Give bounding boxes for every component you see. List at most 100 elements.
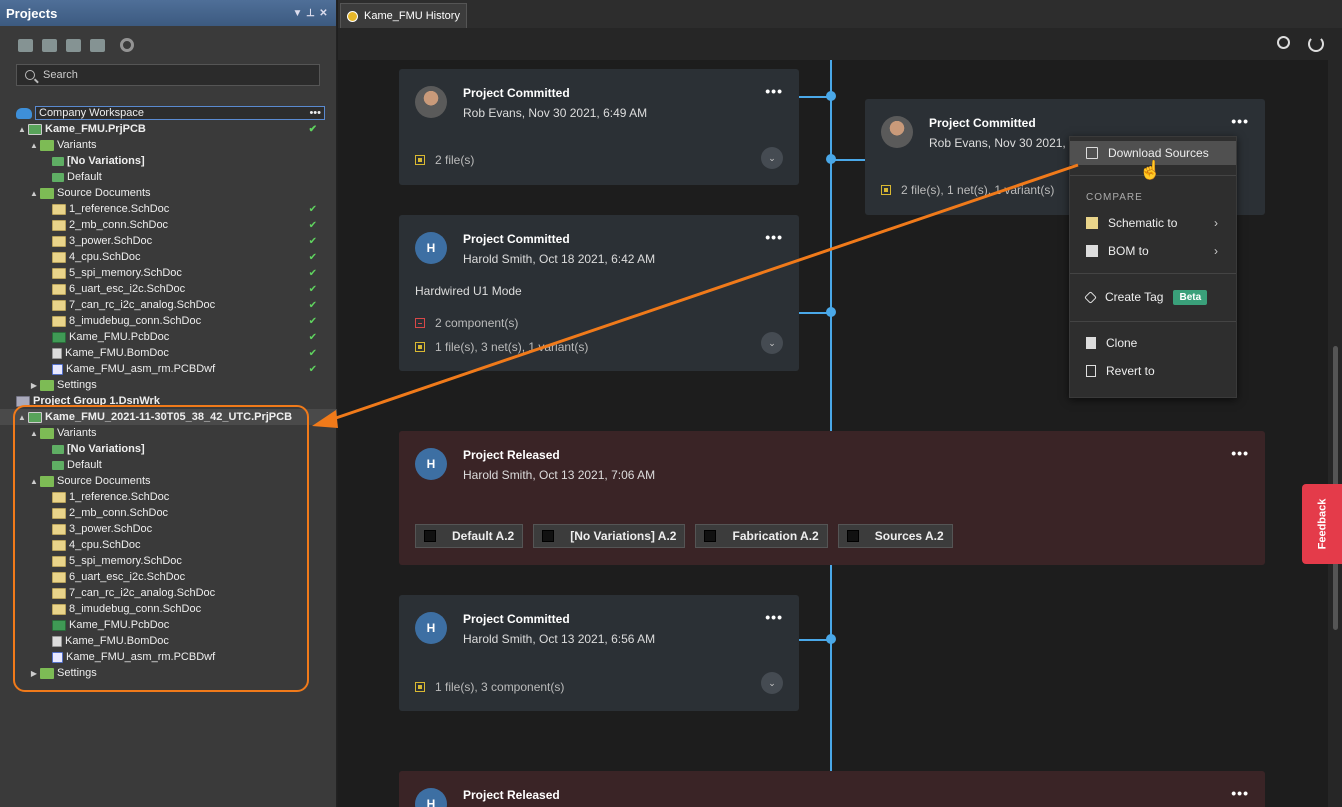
tree-item[interactable]: ▶ Settings	[0, 377, 337, 393]
expand-toggle-icon[interactable]: ▲	[30, 189, 38, 198]
menu-label: Create Tag	[1105, 290, 1164, 304]
save-icon[interactable]	[18, 38, 33, 52]
history-card[interactable]: Project Committed Rob Evans, Nov 30 2021…	[399, 69, 799, 185]
more-icon[interactable]: •••	[1231, 113, 1249, 129]
clone-icon	[1086, 337, 1096, 349]
tree-item[interactable]: 1_reference.SchDoc ✔	[0, 201, 337, 217]
more-icon[interactable]: •••	[765, 609, 783, 625]
more-icon[interactable]: •••	[1231, 785, 1249, 801]
tree-item[interactable]: 3_power.SchDoc ✔	[0, 233, 337, 249]
tree-item[interactable]: Kame_FMU.PcbDoc ✔	[0, 329, 337, 345]
save-all-icon[interactable]	[42, 38, 57, 52]
pin-icon[interactable]: ⊥	[304, 8, 317, 19]
avatar: H	[415, 788, 447, 807]
tree-item-label: 7_can_rc_i2c_analog.SchDoc	[69, 299, 216, 311]
tree-item[interactable]: Kame_FMU.BomDoc ✔	[0, 345, 337, 361]
history-view: Kame_FMU History Project Committed Rob E…	[338, 0, 1342, 807]
release-tag[interactable]: Fabrication A.2	[695, 524, 828, 548]
card-meta: Harold Smith, Oct 18 2021, 6:42 AM	[463, 252, 656, 266]
projects-panel-title: Projects	[6, 5, 58, 21]
bom-to-menu-item[interactable]: BOM to ›	[1070, 239, 1236, 263]
tree-item[interactable]: Default	[0, 169, 337, 185]
tree-item[interactable]: ▲ Source Documents	[0, 185, 337, 201]
external-link-icon	[1086, 147, 1098, 159]
menu-divider	[1070, 321, 1236, 322]
project-options-icon[interactable]	[90, 38, 105, 52]
avatar: H	[415, 448, 447, 480]
schematic-icon	[1086, 217, 1098, 229]
tag-swatch-icon	[424, 530, 436, 542]
revert-to-menu-item[interactable]: Revert to	[1070, 359, 1236, 383]
search-placeholder: Search	[43, 69, 78, 81]
expand-icon[interactable]: ⌄	[761, 672, 783, 694]
expand-icon[interactable]: ⌄	[761, 332, 783, 354]
workspace-label: Company Workspace	[39, 107, 144, 119]
more-icon[interactable]: •••	[765, 83, 783, 99]
tree-item[interactable]: ▲ Kame_FMU.PrjPCB ✔	[0, 121, 337, 137]
files-summary: 2 file(s)	[415, 153, 474, 167]
check-icon: ✔	[308, 299, 317, 311]
tree-item[interactable]: ▲ Variants	[0, 137, 337, 153]
release-tag[interactable]: Default A.2	[415, 524, 524, 548]
expand-toggle-icon[interactable]: ▲	[18, 125, 26, 134]
create-tag-menu-item[interactable]: Create Tag Beta	[1070, 285, 1236, 309]
check-icon: ✔	[308, 219, 317, 231]
timeline-node	[826, 154, 836, 164]
beta-badge: Beta	[1173, 289, 1208, 305]
refresh-icon[interactable]	[1308, 36, 1324, 52]
folder-g-icon	[40, 139, 54, 151]
sch-icon	[52, 235, 66, 247]
chevron-right-icon: ›	[1214, 216, 1218, 230]
release-card[interactable]: H Project Released Harold Smith, Oct 13 …	[399, 431, 1265, 565]
card-title: Project Committed	[463, 86, 570, 100]
release-tag[interactable]: [No Variations] A.2	[533, 524, 686, 548]
release-tag[interactable]: Sources A.2	[837, 524, 953, 548]
history-card[interactable]: H Project Committed Harold Smith, Oct 18…	[399, 215, 799, 371]
feedback-button[interactable]: Feedback	[1302, 484, 1342, 564]
check-icon: ✔	[308, 235, 317, 247]
search-icon[interactable]	[1277, 36, 1290, 49]
tree-item[interactable]: 7_can_rc_i2c_analog.SchDoc ✔	[0, 297, 337, 313]
projects-panel: Projects ▼ ⊥ ✕ Search Company Workspace •…	[0, 0, 337, 807]
components-label: 2 component(s)	[435, 316, 519, 330]
dwf-icon	[52, 363, 63, 375]
tag-swatch-icon	[542, 530, 555, 542]
history-card[interactable]: H Project Committed Harold Smith, Oct 13…	[399, 595, 799, 711]
clone-menu-item[interactable]: Clone	[1070, 331, 1236, 355]
feedback-label: Feedback	[1316, 498, 1328, 550]
document-tabs: Kame_FMU History	[338, 0, 1342, 28]
open-folder-icon[interactable]	[66, 38, 81, 52]
timeline-node	[826, 634, 836, 644]
card-title: Project Released	[463, 788, 560, 802]
more-icon[interactable]: •••	[1231, 445, 1249, 461]
more-icon[interactable]: •••	[309, 107, 321, 119]
gear-icon[interactable]	[120, 38, 134, 52]
tab-history[interactable]: Kame_FMU History	[340, 3, 467, 28]
history-panel: Project Committed Rob Evans, Nov 30 2021…	[338, 28, 1342, 807]
sch-icon	[52, 251, 66, 263]
tree-item-label: 2_mb_conn.SchDoc	[69, 219, 169, 231]
search-input[interactable]: Search	[16, 64, 320, 86]
expand-icon[interactable]: ⌄	[761, 147, 783, 169]
expand-toggle-icon[interactable]: ▶	[30, 381, 38, 390]
close-icon[interactable]: ✕	[317, 8, 330, 19]
tree-item[interactable]: 8_imudebug_conn.SchDoc ✔	[0, 313, 337, 329]
release-card[interactable]: H Project Released •••	[399, 771, 1265, 807]
more-icon[interactable]: •••	[765, 229, 783, 245]
schematic-to-menu-item[interactable]: Schematic to ›	[1070, 211, 1236, 235]
avatar	[415, 86, 447, 118]
panel-menu-icon[interactable]: ▼	[291, 8, 304, 19]
tree-item[interactable]: 6_uart_esc_i2c.SchDoc ✔	[0, 281, 337, 297]
tree-item[interactable]: 2_mb_conn.SchDoc ✔	[0, 217, 337, 233]
files-label: 2 file(s), 1 net(s), 1 variant(s)	[901, 183, 1055, 197]
avatar	[881, 116, 913, 148]
tree-item[interactable]: Kame_FMU_asm_rm.PCBDwf ✔	[0, 361, 337, 377]
expand-toggle-icon[interactable]: ▲	[30, 141, 38, 150]
tree-item[interactable]: [No Variations]	[0, 153, 337, 169]
tree-item[interactable]: 5_spi_memory.SchDoc ✔	[0, 265, 337, 281]
workspace-selector[interactable]: Company Workspace •••	[35, 106, 325, 120]
tree-item[interactable]: 4_cpu.SchDoc ✔	[0, 249, 337, 265]
workspace-row[interactable]: Company Workspace •••	[0, 105, 337, 121]
check-icon: ✔	[308, 251, 317, 263]
menu-label: BOM to	[1108, 244, 1149, 258]
